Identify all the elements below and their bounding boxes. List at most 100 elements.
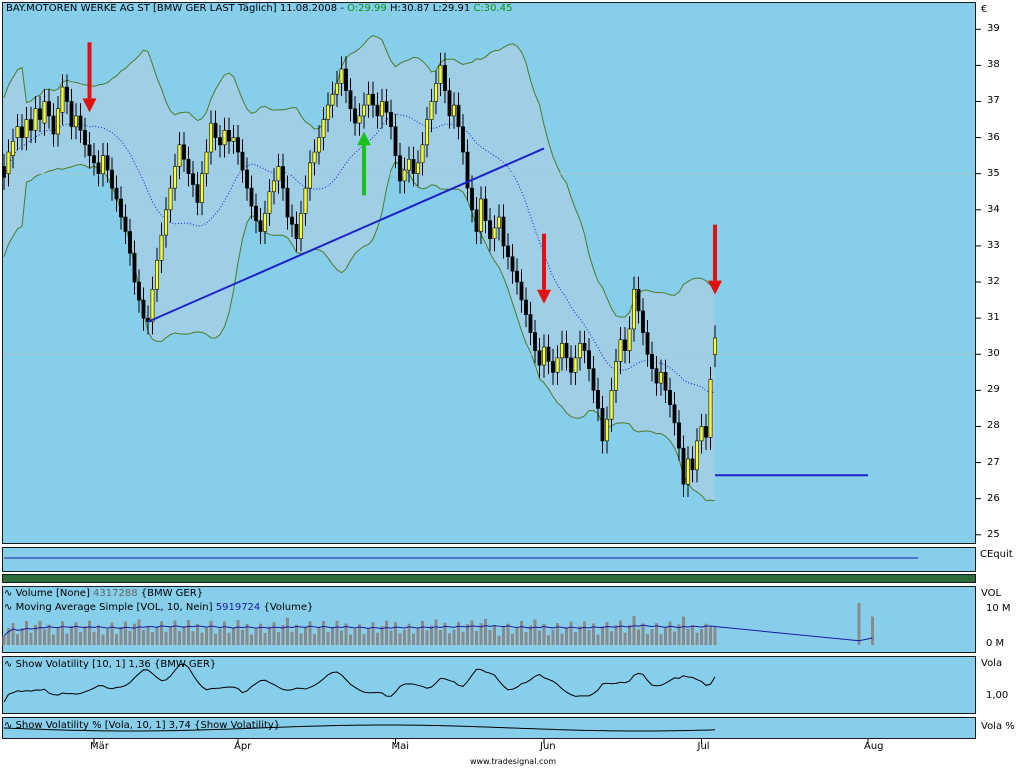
candle-body	[609, 390, 614, 420]
candle-body	[515, 270, 519, 283]
volume-bar	[43, 629, 46, 645]
candle-body	[380, 101, 384, 117]
month-label: Apr	[234, 741, 252, 752]
volume-bar	[551, 629, 555, 645]
candle-body	[668, 390, 672, 406]
volume-bar	[164, 631, 168, 645]
candle-body	[60, 86, 65, 113]
volume-bar	[574, 632, 577, 645]
candle-body	[411, 158, 416, 175]
volume-bar	[515, 628, 519, 645]
volume-bar	[25, 621, 28, 645]
candle-body	[312, 151, 317, 164]
footer-credit: www.tradesignal.com	[470, 757, 557, 766]
volume-bar	[322, 621, 325, 645]
chart-canvas[interactable]	[0, 0, 1024, 768]
volume-bar	[628, 624, 631, 645]
candle-body	[317, 137, 321, 153]
volume-bar	[182, 626, 186, 645]
candle-body	[483, 198, 488, 221]
candle-body	[492, 227, 497, 239]
volume-bar	[385, 620, 388, 645]
candle-body	[213, 122, 218, 138]
candle-body	[92, 155, 96, 164]
candle-body	[618, 339, 623, 362]
y-tick-label: 31	[987, 312, 1000, 324]
volume-bar	[74, 622, 78, 645]
candle-body	[258, 220, 263, 232]
volume-label: ∿ Volume [None] 4317288 {BMW GER}	[4, 588, 204, 599]
candle-body	[11, 140, 15, 156]
volume-bar	[497, 635, 501, 645]
candle-body	[227, 130, 231, 142]
y-tick-label: 32	[987, 276, 1000, 288]
candle-body	[528, 314, 533, 333]
candle-body	[245, 169, 249, 189]
candle-body	[456, 104, 461, 128]
candle-body	[344, 68, 348, 91]
volume-bar	[340, 630, 343, 645]
candle-body	[704, 426, 708, 438]
volume-bar	[637, 629, 640, 645]
candle-body	[447, 90, 452, 117]
candle-body	[177, 144, 182, 167]
volume-bar	[668, 621, 672, 645]
high-value: H:30.87	[389, 3, 430, 14]
candle-body	[690, 458, 695, 471]
volume-bar	[254, 629, 258, 645]
candle-body	[2, 166, 6, 178]
candle-body	[623, 339, 627, 351]
candle-body	[627, 328, 632, 351]
candle-body	[42, 101, 47, 124]
volume-bar	[605, 621, 609, 645]
volume-bar	[673, 631, 676, 645]
candle-body	[582, 343, 587, 351]
candle-body	[186, 158, 191, 175]
y-tick-label: 35	[987, 167, 1000, 179]
candle-body	[695, 440, 699, 471]
candle-body	[267, 191, 272, 214]
candle-body	[87, 144, 92, 156]
y-tick-label: 30	[987, 348, 1000, 360]
candle-body	[708, 379, 713, 438]
volume-bar	[578, 626, 582, 645]
candle-body	[29, 119, 33, 131]
candle-body	[249, 187, 254, 207]
candle-body	[191, 173, 195, 185]
candle-body	[78, 115, 83, 131]
candle-body	[654, 368, 659, 384]
candle-body	[479, 198, 483, 232]
volume-bar	[151, 632, 154, 645]
volume-bar	[871, 616, 874, 645]
volume-bar	[97, 625, 100, 645]
candle-body	[24, 119, 29, 138]
candle-body	[519, 281, 524, 301]
candle-body	[236, 137, 240, 153]
candle-body	[38, 108, 42, 120]
volume-bar	[569, 621, 573, 645]
close-value: C:30.45	[473, 3, 513, 14]
volume-bar	[2, 635, 6, 645]
volume-bar	[493, 625, 496, 645]
candle-body	[159, 234, 164, 261]
volume-bar	[403, 629, 406, 645]
volume-bar	[70, 625, 73, 645]
candle-body	[357, 115, 362, 124]
volume-bar	[250, 634, 253, 645]
candle-body	[506, 245, 510, 258]
vola-tick: 1,00	[986, 690, 1009, 701]
volume-bar	[367, 628, 370, 645]
volume-bar	[133, 623, 136, 645]
candle-body	[686, 458, 690, 485]
candle-body	[263, 213, 267, 232]
candle-body	[47, 101, 51, 117]
candle-body	[83, 130, 87, 146]
candle-body	[416, 162, 420, 175]
candle-body	[474, 209, 479, 232]
month-label: Mai	[391, 741, 410, 752]
candle-body	[231, 137, 236, 142]
candle-body	[114, 187, 119, 200]
candle-body	[150, 288, 155, 323]
volume-bar	[304, 627, 307, 645]
volume-bar	[155, 626, 159, 645]
